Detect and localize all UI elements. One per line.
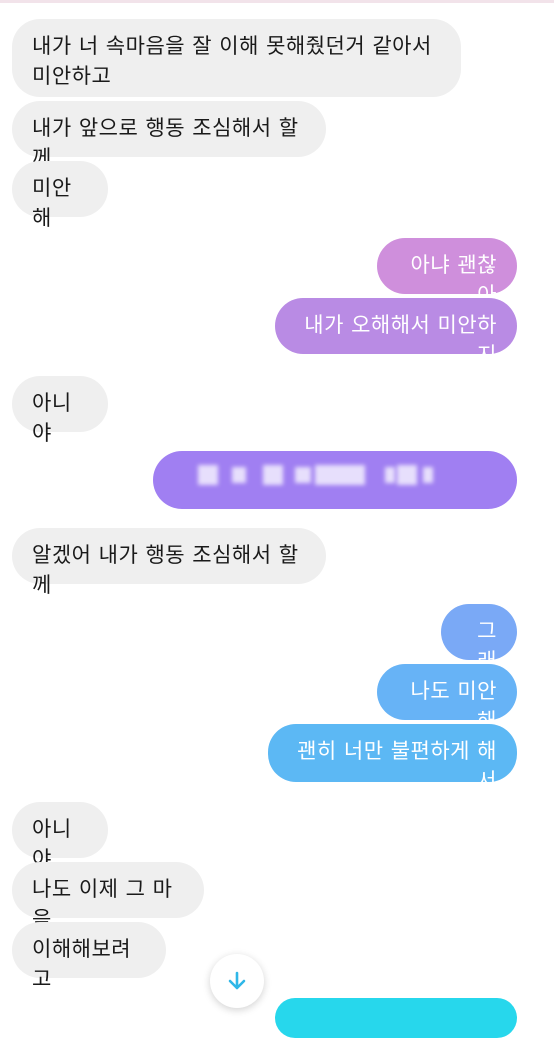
scroll-down-button[interactable]: [210, 954, 264, 1008]
top-divider: [0, 0, 554, 3]
sent-message[interactable]: 아냐 괜찮아: [377, 238, 517, 307]
arrow-down-icon: [228, 971, 246, 990]
received-message[interactable]: 내가 너 속마음을 잘 이해 못해줬던거 같아서 미안하고: [12, 19, 461, 97]
sent-message[interactable]: 그래: [441, 604, 517, 673]
received-message[interactable]: 이해해보려고: [12, 922, 166, 991]
sent-message[interactable]: 나도 미안해: [377, 664, 517, 733]
received-message[interactable]: 미안해: [12, 161, 108, 230]
received-message[interactable]: 아니야: [12, 802, 108, 871]
sent-message[interactable]: 괜히 너만 불편하게 해서: [268, 724, 517, 793]
received-message[interactable]: 알겠어 내가 행동 조심해서 할께: [12, 528, 326, 597]
received-message[interactable]: 아니야: [12, 376, 108, 445]
sent-message-partial[interactable]: [275, 998, 517, 1038]
sent-message[interactable]: 내가 오해해서 미안하지: [275, 298, 517, 367]
received-message[interactable]: 내가 앞으로 행동 조심해서 할께: [12, 101, 326, 170]
blurred-sent-message[interactable]: [153, 451, 517, 509]
received-message[interactable]: 나도 이제 그 마음: [12, 862, 204, 931]
